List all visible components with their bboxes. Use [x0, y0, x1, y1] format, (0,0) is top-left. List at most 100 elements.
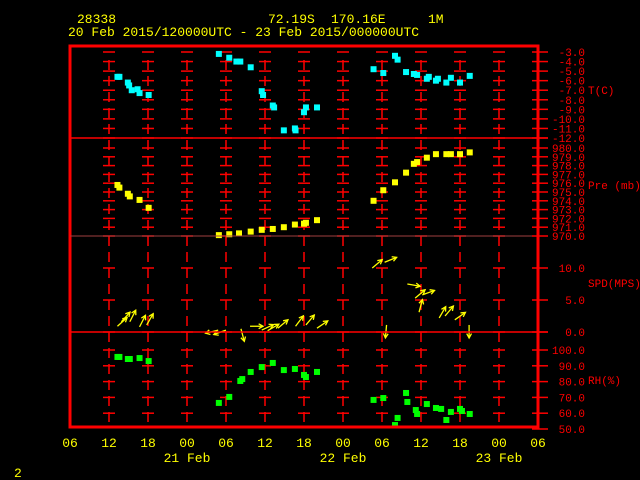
rh-point [466, 410, 473, 417]
pres-point [258, 226, 265, 233]
pres-point [116, 184, 123, 191]
rh-point [126, 356, 133, 363]
rh-tick-label: 70.0 [559, 393, 585, 405]
temp-point [145, 92, 152, 98]
rh-tick-label: 80.0 [559, 378, 585, 390]
rh-point [280, 367, 287, 374]
wind-arrow [316, 320, 329, 329]
x-tick-label: 06 [530, 436, 546, 451]
rh-point [394, 414, 401, 421]
pres-point [447, 151, 454, 158]
rh-point [443, 416, 450, 423]
pres-axis-label: Pre (mb) [588, 181, 640, 193]
rh-point [404, 398, 411, 405]
wind-arrow [438, 305, 447, 319]
pres-point [423, 154, 430, 161]
pres-point [126, 193, 133, 200]
rh-point [269, 359, 276, 366]
pres-point [414, 159, 421, 166]
station-height: 1M [428, 12, 444, 27]
wind-arrow [240, 328, 247, 343]
page-number: 2 [14, 466, 22, 480]
rh-point [291, 365, 298, 372]
x-tick-label: 18 [140, 436, 156, 451]
date-label: 21 Feb [164, 451, 211, 466]
pres-point [403, 169, 410, 176]
data-marks [114, 50, 473, 429]
rh-point [432, 404, 439, 411]
wind-tick-label: 5.0 [565, 296, 585, 308]
pres-point [280, 224, 287, 231]
rh-point [302, 374, 309, 381]
rh-point [239, 376, 246, 383]
temp-point [116, 73, 123, 80]
x-tick-label: 00 [491, 436, 507, 451]
x-tick-label: 06 [218, 436, 234, 451]
wind-arrow [371, 258, 384, 269]
x-tick-label: 18 [452, 436, 468, 451]
temp-point [247, 64, 254, 71]
wind-tick-label: 10.0 [559, 264, 585, 276]
temp-point [128, 87, 135, 94]
rh-point [403, 389, 410, 396]
pres-point [145, 204, 152, 211]
wind-tick-label: 0.0 [565, 328, 585, 340]
rh-point [414, 410, 421, 417]
x-tick-label: 12 [101, 436, 117, 451]
wind-arrow [138, 314, 147, 328]
pres-point [215, 232, 222, 239]
wind-arrow [384, 256, 398, 263]
x-tick-label: 00 [179, 436, 195, 451]
axis-labels: 06 12 18 00 06 12 18 00 06 12 18 00 06 21 Feb 22 Feb 23… [62, 48, 640, 466]
rh-tick-label: 50.0 [559, 425, 585, 437]
temp-point [226, 54, 233, 61]
temp-point [280, 127, 287, 134]
temp-point [136, 90, 143, 97]
rh-point [438, 405, 445, 412]
rh-point [380, 395, 387, 402]
wind-arrow [305, 313, 316, 326]
pres-point [466, 149, 473, 156]
pres-point [247, 228, 254, 235]
temp-point [271, 104, 278, 111]
temp-point [370, 66, 377, 73]
pres-point [136, 196, 143, 203]
temp-point [434, 75, 441, 82]
wind-arrow [418, 298, 425, 313]
date-label: 23 Feb [476, 451, 523, 466]
rh-point [258, 364, 265, 371]
pres-point [457, 151, 463, 158]
pres-point [302, 219, 309, 226]
temp-point [394, 56, 401, 63]
temp-point [260, 92, 267, 98]
temp-axis-label: T(C) [588, 86, 614, 98]
rh-point [226, 393, 233, 400]
x-tick-label: 06 [62, 436, 78, 451]
temp-point [425, 73, 432, 80]
temp-point [314, 104, 320, 111]
rh-point [145, 358, 152, 365]
temp-point [237, 58, 244, 65]
pres-tick-label: 970.0 [552, 232, 585, 244]
rh-tick-label: 60.0 [559, 409, 585, 421]
x-tick-label: 00 [335, 436, 351, 451]
rh-point [370, 396, 377, 403]
temp-point [380, 70, 387, 77]
pres-point [291, 221, 298, 228]
rh-point [247, 368, 254, 375]
pres-point [314, 217, 320, 224]
wind-arrow [261, 323, 275, 331]
x-tick-label: 12 [413, 436, 429, 451]
pres-point [236, 230, 242, 237]
wind-arrow [117, 316, 129, 327]
rh-point [423, 401, 430, 408]
temp-point [292, 127, 299, 134]
date-label: 22 Feb [320, 451, 367, 466]
rh-tick-label: 100.0 [552, 346, 585, 358]
pres-point [370, 197, 377, 204]
meteogram-chart: 28338 72.19S 170.16E 1M 20 Feb 2015/1200… [14, 12, 640, 480]
time-period: 20 Feb 2015/120000UTC - 23 Feb 2015/0000… [68, 25, 419, 40]
rh-point [136, 355, 143, 362]
x-tick-label: 18 [296, 436, 312, 451]
wind-axis-label: SPD(MPS) [588, 279, 640, 291]
